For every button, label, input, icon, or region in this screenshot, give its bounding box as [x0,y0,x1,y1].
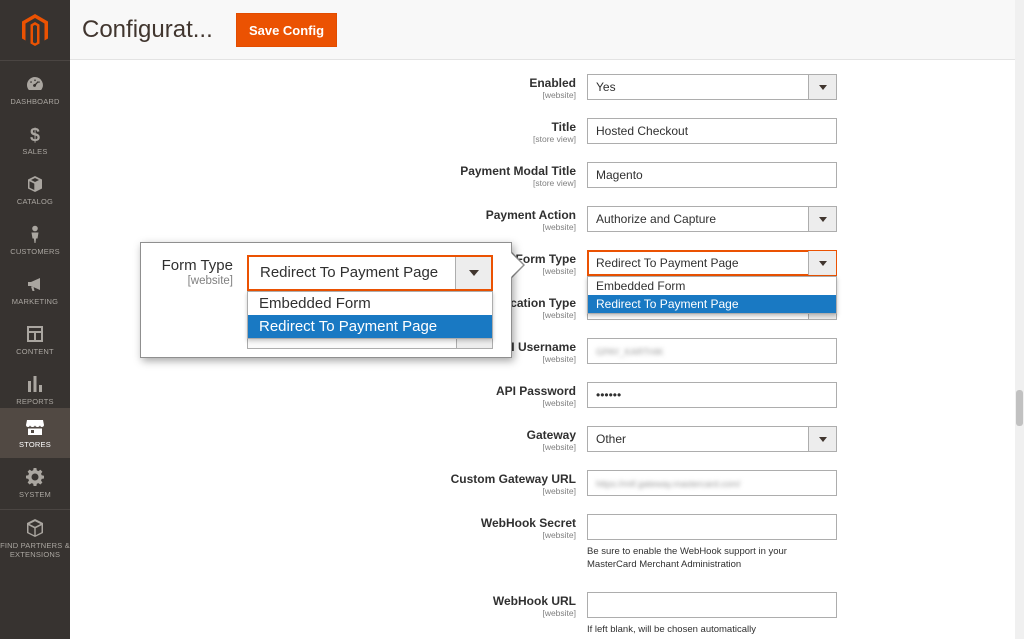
form-type-select[interactable]: Redirect To Payment Page [587,250,837,276]
zoom-form-type-select[interactable]: Redirect To Payment Page [247,255,493,291]
field-label: WebHook Secret [480,516,576,530]
scrollbar-thumb[interactable] [1016,390,1023,426]
field-scope: [website] [542,608,576,618]
field-label: API Password [495,384,576,398]
field-label: Enabled [529,76,576,90]
layout-icon [27,325,43,342]
selected-value: Other [596,432,627,446]
save-config-button[interactable]: Save Config [236,13,337,47]
bar-chart-icon [28,375,42,392]
field-label: Payment Action [485,208,576,222]
sidebar-item-dashboard[interactable]: DASHBOARD [0,65,70,115]
callout-label: Form Type [website] [141,257,233,288]
store-icon [26,419,44,435]
blurred-value: https://mtf.gateway.mastercard.com/ [596,479,741,489]
person-icon [31,225,39,243]
field-scope: [website] [542,530,576,540]
webhook-secret-input[interactable] [587,514,837,540]
sidebar-item-label: CATALOG [16,196,54,206]
sidebar-item-label: CUSTOMERS [10,246,60,256]
sidebar-item-label: MARKETING [11,296,59,306]
enabled-select[interactable]: Yes [587,74,837,100]
field-scope: [store view] [533,134,576,144]
sidebar-item-catalog[interactable]: CATALOG [0,165,70,215]
dollar-icon: $ [30,125,40,143]
sidebar-item-label: FIND PARTNERS & EXTENSIONS [0,541,70,559]
svg-text:$: $ [30,125,40,143]
page-scrollbar[interactable] [1015,0,1024,639]
sidebar-item-label: STORES [19,439,51,449]
magento-logo[interactable] [0,0,70,60]
sidebar-item-marketing[interactable]: MARKETING [0,265,70,315]
field-label: Payment Modal Title [460,164,576,178]
sidebar-item-label: REPORTS [16,396,54,406]
zoom-dropdown-list: Embedded Form Redirect To Payment Page [247,291,493,339]
api-password-input[interactable]: •••••• [587,382,837,408]
sidebar-item-customers[interactable]: CUSTOMERS [0,215,70,265]
megaphone-icon [28,277,40,291]
chevron-down-icon [808,427,836,451]
admin-sidebar: DASHBOARD $ SALES CATALOG CUSTOMERS MARK… [0,0,70,639]
field-scope: [website] [542,90,576,100]
field-label: Gateway [526,428,576,442]
sidebar-item-sales[interactable]: $ SALES [0,115,70,165]
gear-icon [26,467,44,486]
option-embedded-form[interactable]: Embedded Form [588,277,836,295]
selected-value: Yes [596,80,616,94]
callout-pointer-inner [510,252,523,278]
selected-value: Redirect To Payment Page [596,256,739,270]
cube-icon [27,519,43,537]
sidebar-item-content[interactable]: CONTENT [0,315,70,365]
webhook-url-input[interactable] [587,592,837,618]
chevron-down-icon [808,75,836,99]
sidebar-item-system[interactable]: SYSTEM [0,458,70,508]
gateway-select[interactable]: Other [587,426,837,452]
chevron-down-icon [808,251,836,275]
page-header: Configurat... Save Config [70,0,1015,60]
box-icon [28,175,42,192]
sidebar-item-stores[interactable]: STORES [0,408,70,458]
field-label: WebHook URL [492,594,576,608]
custom-gateway-url-input[interactable]: https://mtf.gateway.mastercard.com/ [587,470,837,496]
blurred-value: GPAY_KARTHIK [596,347,664,357]
field-label: Custom Gateway URL [450,472,576,486]
webhook-url-note: If left blank, will be chosen automatica… [587,624,756,635]
magento-logo-icon [22,14,48,46]
sidebar-item-label: DASHBOARD [10,96,60,106]
field-scope: [website] [542,398,576,408]
field-scope: [website] [542,442,576,452]
field-label: Title [551,120,576,134]
chevron-down-icon [455,257,491,289]
chevron-down-icon [808,207,836,231]
payment-modal-title-input[interactable]: Magento [587,162,837,188]
sidebar-item-partners[interactable]: FIND PARTNERS & EXTENSIONS [0,511,70,567]
zoom-option-embedded-form[interactable]: Embedded Form [248,292,492,315]
field-scope: [website] [542,486,576,496]
sidebar-item-label: CONTENT [16,346,54,356]
payment-action-select[interactable]: Authorize and Capture [587,206,837,232]
zoom-option-redirect-to-payment-page[interactable]: Redirect To Payment Page [248,315,492,338]
field-scope: [store view] [533,178,576,188]
field-scope: [website] [187,275,233,287]
field-label: Form Type [161,257,233,274]
sidebar-item-label: SYSTEM [18,489,52,499]
zoom-callout: Form Type [website] Redirect To Payment … [140,242,512,358]
dashboard-icon [27,76,43,90]
webhook-secret-note: Be sure to enable the WebHook support in… [587,546,787,570]
field-scope: [website] [542,222,576,232]
title-input[interactable]: Hosted Checkout [587,118,837,144]
selected-value: Authorize and Capture [596,212,717,226]
form-type-dropdown-list: Embedded Form Redirect To Payment Page [587,276,837,314]
api-username-input[interactable]: GPAY_KARTHIK [587,338,837,364]
sidebar-item-label: SALES [22,146,48,156]
page-title: Configurat... [82,16,213,43]
selected-value: Redirect To Payment Page [260,264,439,281]
option-redirect-to-payment-page[interactable]: Redirect To Payment Page [588,295,836,313]
